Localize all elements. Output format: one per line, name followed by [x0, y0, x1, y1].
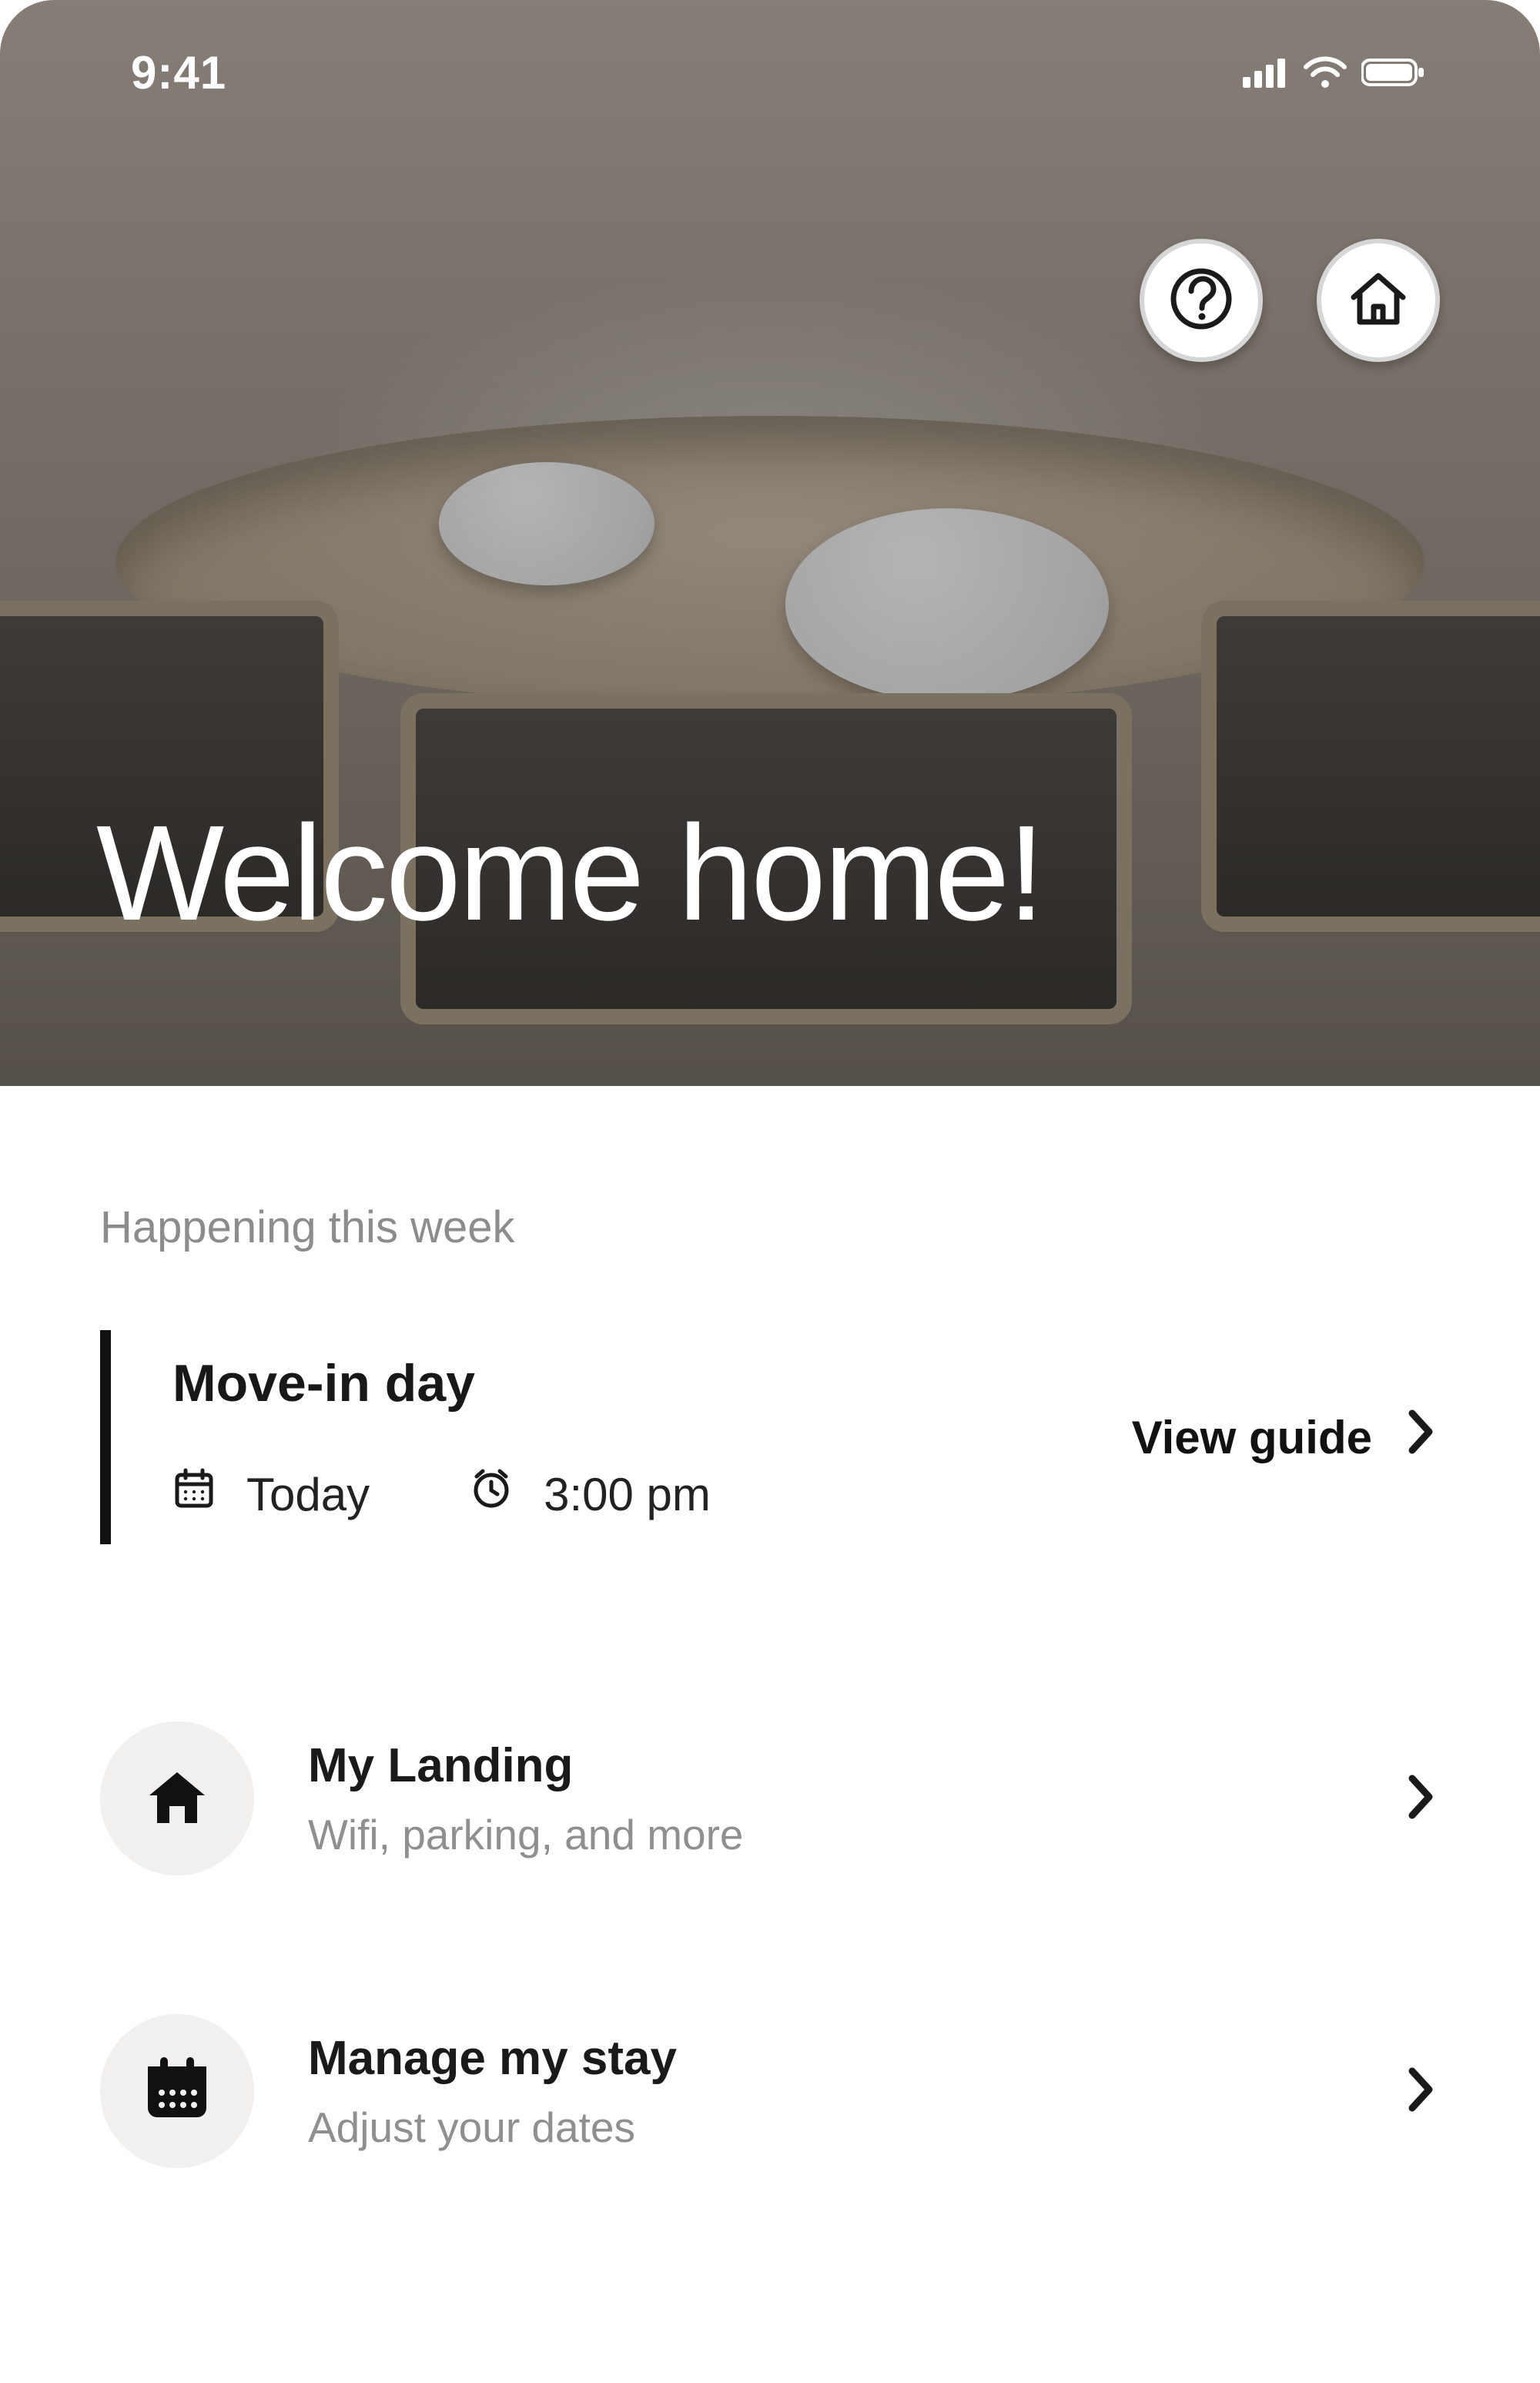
section-label: Happening this week [100, 1202, 1440, 1253]
event-date-label: Today [246, 1468, 370, 1521]
wifi-icon [1303, 56, 1348, 89]
menu-row-manage-stay[interactable]: Manage my stay Adjust your dates [100, 1991, 1440, 2191]
help-button[interactable] [1140, 239, 1263, 362]
event-details: Move-in day [172, 1353, 1132, 1521]
calendar-icon [172, 1467, 216, 1521]
view-guide-button[interactable]: View guide [1132, 1404, 1440, 1470]
cellular-icon [1243, 57, 1289, 88]
hero-title: Welcome home! [96, 796, 1043, 951]
event-time-label: 3:00 pm [544, 1468, 711, 1521]
event-title: Move-in day [172, 1353, 1132, 1413]
alarm-clock-icon [470, 1467, 513, 1521]
menu-row-my-landing[interactable]: My Landing Wifi, parking, and more [100, 1698, 1440, 1899]
status-time: 9:41 [131, 46, 226, 99]
help-icon [1168, 266, 1234, 336]
menu-icon-circle [100, 1721, 254, 1875]
menu-title: My Landing [308, 1738, 1349, 1793]
home-outline-icon [1343, 263, 1414, 338]
menu-title: Manage my stay [308, 2031, 1349, 2086]
event-time: 3:00 pm [470, 1467, 711, 1521]
main-content: Happening this week Move-in day [0, 1086, 1540, 2191]
event-date: Today [172, 1467, 370, 1521]
status-bar: 9:41 [0, 34, 1540, 111]
event-card[interactable]: Move-in day [100, 1330, 1440, 1544]
menu-subtitle: Wifi, parking, and more [308, 1810, 1349, 1859]
chevron-right-icon [1403, 1769, 1440, 1828]
menu-icon-circle [100, 2014, 254, 2168]
hero-button-group [1140, 239, 1440, 362]
chevron-right-icon [1403, 1404, 1440, 1470]
home-icon [139, 1758, 216, 1839]
hero-image: 9:41 [0, 0, 1540, 1086]
view-guide-label: View guide [1132, 1411, 1372, 1464]
calendar-filled-icon [137, 2050, 217, 2133]
battery-icon [1361, 57, 1424, 88]
chevron-right-icon [1403, 2062, 1440, 2121]
menu-subtitle: Adjust your dates [308, 2103, 1349, 2152]
menu-text: Manage my stay Adjust your dates [308, 2031, 1349, 2152]
status-indicators [1243, 56, 1424, 89]
home-button[interactable] [1317, 239, 1440, 362]
menu-text: My Landing Wifi, parking, and more [308, 1738, 1349, 1859]
event-meta: Today 3:00 pm [172, 1467, 1132, 1521]
